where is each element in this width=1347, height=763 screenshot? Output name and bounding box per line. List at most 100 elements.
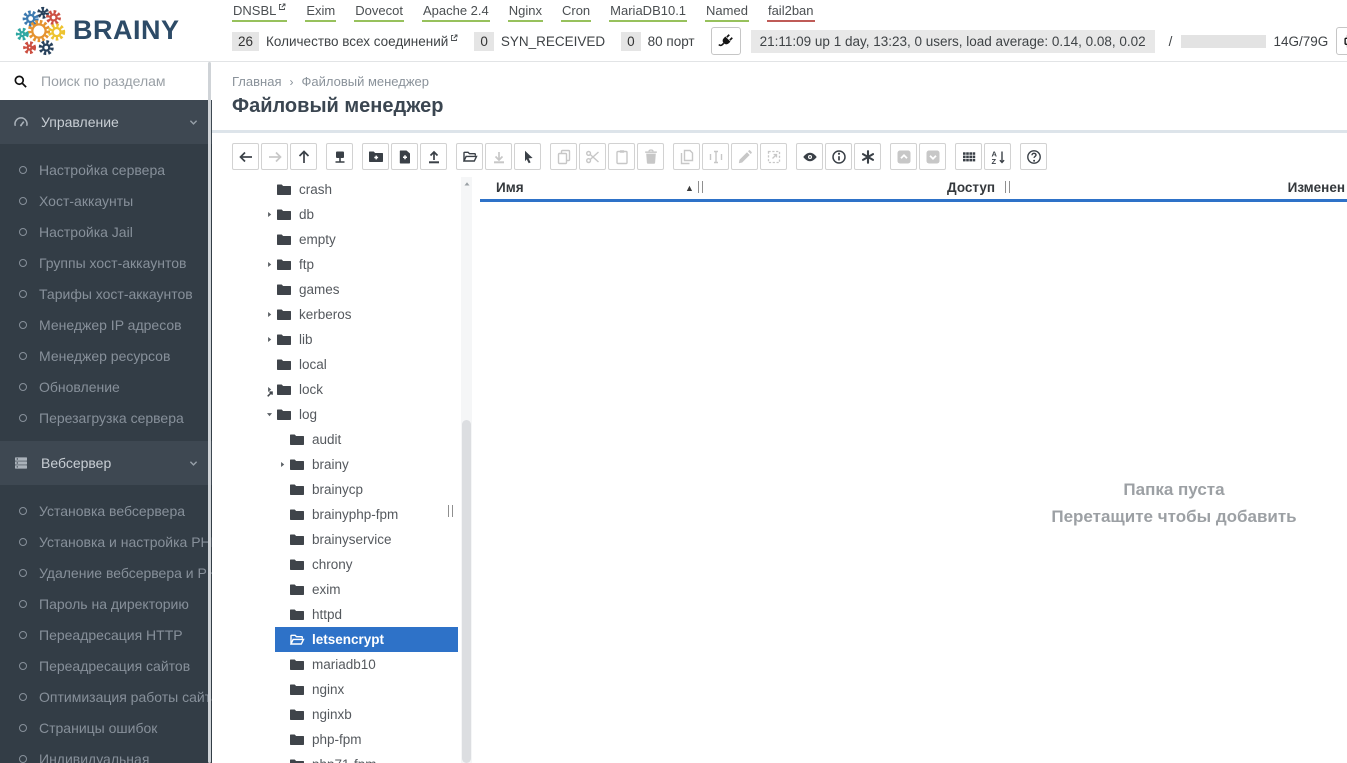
service-link-dnsbl[interactable]: DNSBL bbox=[232, 2, 288, 22]
root-directory-button[interactable] bbox=[326, 143, 353, 170]
tree-item-php-fpm[interactable]: php-fpm bbox=[212, 727, 458, 752]
edit-button[interactable] bbox=[731, 143, 758, 170]
rename-button[interactable] bbox=[702, 143, 729, 170]
tree-item-brainyservice[interactable]: brainyservice bbox=[212, 527, 458, 552]
tree-item-mariadb10[interactable]: mariadb10 bbox=[212, 652, 458, 677]
tree-scrollbar[interactable] bbox=[461, 177, 472, 763]
tree-item-lock[interactable]: lock bbox=[212, 377, 458, 402]
back-button[interactable] bbox=[232, 143, 259, 170]
service-link-apache-2-4[interactable]: Apache 2.4 bbox=[421, 2, 490, 22]
copy-button[interactable] bbox=[550, 143, 577, 170]
sidebar-item-оптимизация-работы-сайта[interactable]: Оптимизация работы сайта bbox=[0, 681, 212, 712]
service-link-nginx[interactable]: Nginx bbox=[507, 2, 543, 22]
stat-количество-всех-соединений[interactable]: 26 Количество всех соединений bbox=[232, 31, 458, 51]
extract-to-button[interactable] bbox=[760, 143, 787, 170]
sidebar-item-переадресация-сайтов[interactable]: Переадресация сайтов bbox=[0, 650, 212, 681]
archive-compress-button[interactable] bbox=[890, 143, 917, 170]
duplicate-button[interactable] bbox=[673, 143, 700, 170]
tree-item-log[interactable]: log bbox=[212, 402, 458, 427]
tree-item-row[interactable]: crash bbox=[262, 177, 458, 202]
tree-item-brainy[interactable]: brainy bbox=[212, 452, 458, 477]
sidebar-section-управление[interactable]: Управление bbox=[0, 100, 212, 144]
sidebar-item-менеджер-ресурсов[interactable]: Менеджер ресурсов bbox=[0, 340, 212, 371]
tree-item-ftp[interactable]: ftp bbox=[212, 252, 458, 277]
tree-item-row[interactable]: nginx bbox=[275, 677, 458, 702]
tree-item-brainyphp-fpm[interactable]: brainyphp-fpm bbox=[212, 502, 458, 527]
sidebar-item-менеджер-ip-адресов[interactable]: Менеджер IP адресов bbox=[0, 309, 212, 340]
logo[interactable]: BRAINY bbox=[0, 0, 212, 61]
help-button[interactable] bbox=[1020, 143, 1047, 170]
tree-item-row[interactable]: log bbox=[262, 402, 458, 427]
tree-item-exim[interactable]: exim bbox=[212, 577, 458, 602]
up-directory-button[interactable] bbox=[290, 143, 317, 170]
tree-item-row[interactable]: letsencrypt bbox=[275, 627, 458, 652]
tree-item-row[interactable]: brainyphp-fpm bbox=[275, 502, 458, 527]
tree-item-row[interactable]: mariadb10 bbox=[275, 652, 458, 677]
tree-item-brainycp[interactable]: brainycp bbox=[212, 477, 458, 502]
expand-caret-icon[interactable] bbox=[262, 210, 276, 219]
view-grid-button[interactable] bbox=[955, 143, 982, 170]
tree-item-row[interactable]: kerberos bbox=[262, 302, 458, 327]
expand-caret-icon[interactable] bbox=[262, 335, 276, 344]
tree-item-row[interactable]: local bbox=[262, 352, 458, 377]
expand-caret-icon[interactable] bbox=[275, 460, 289, 469]
sidebar-item-группы-хост-аккаунтов[interactable]: Группы хост-аккаунтов bbox=[0, 247, 212, 278]
tree-item-nginxb[interactable]: nginxb bbox=[212, 702, 458, 727]
preview-button[interactable] bbox=[796, 143, 823, 170]
tree-item-php71-fpm[interactable]: php71-fpm bbox=[212, 752, 458, 763]
tree-item-row[interactable]: lib bbox=[262, 327, 458, 352]
cut-button[interactable] bbox=[579, 143, 606, 170]
column-header-name[interactable]: Имя bbox=[496, 180, 524, 195]
tree-item-row[interactable]: php71-fpm bbox=[275, 752, 458, 763]
upload-button[interactable] bbox=[420, 143, 447, 170]
tree-item-chrony[interactable]: chrony bbox=[212, 552, 458, 577]
breadcrumb-home-link[interactable]: Главная bbox=[232, 74, 281, 89]
tree-item-row[interactable]: chrony bbox=[275, 552, 458, 577]
download-button[interactable] bbox=[485, 143, 512, 170]
properties-button[interactable] bbox=[825, 143, 852, 170]
select-mode-button[interactable] bbox=[514, 143, 541, 170]
permissions-button[interactable] bbox=[854, 143, 881, 170]
tree-item-row[interactable]: httpd bbox=[275, 602, 458, 627]
tree-item-row[interactable]: brainyservice bbox=[275, 527, 458, 552]
sidebar-item-хост-аккаунты[interactable]: Хост-аккаунты bbox=[0, 185, 212, 216]
column-resize-handle-access[interactable] bbox=[1005, 181, 1010, 193]
expand-caret-icon[interactable] bbox=[262, 260, 276, 269]
sidebar-item-обновление[interactable]: Обновление bbox=[0, 371, 212, 402]
tree-item-crash[interactable]: crash bbox=[212, 177, 458, 202]
service-link-exim[interactable]: Exim bbox=[305, 2, 337, 22]
scrollbar-up-icon[interactable] bbox=[463, 180, 471, 188]
sidebar-item-индивидуальная[interactable]: Индивидуальная bbox=[0, 743, 212, 763]
tree-item-games[interactable]: games bbox=[212, 277, 458, 302]
service-link-mariadb10-1[interactable]: MariaDB10.1 bbox=[609, 2, 688, 22]
tree-item-httpd[interactable]: httpd bbox=[212, 602, 458, 627]
tree-item-lib[interactable]: lib bbox=[212, 327, 458, 352]
tree-item-kerberos[interactable]: kerberos bbox=[212, 302, 458, 327]
connections-plug-button[interactable] bbox=[710, 27, 741, 55]
column-header-access[interactable]: Доступ bbox=[900, 180, 995, 195]
forward-button[interactable] bbox=[261, 143, 288, 170]
tree-item-nginx[interactable]: nginx bbox=[212, 677, 458, 702]
tree-item-row[interactable]: games bbox=[262, 277, 458, 302]
disk-printer-button[interactable] bbox=[1336, 27, 1347, 55]
new-file-button[interactable] bbox=[391, 143, 418, 170]
sort-order-button[interactable]: AZ bbox=[984, 143, 1011, 170]
paste-button[interactable] bbox=[608, 143, 635, 170]
service-link-dovecot[interactable]: Dovecot bbox=[354, 2, 404, 22]
tree-item-row[interactable]: brainy bbox=[275, 452, 458, 477]
sidebar-item-установка-вебсервера[interactable]: Установка вебсервера bbox=[0, 495, 212, 526]
expand-caret-icon[interactable] bbox=[262, 310, 276, 319]
tree-item-row[interactable]: brainycp bbox=[275, 477, 458, 502]
tree-scrollbar-thumb[interactable] bbox=[462, 420, 471, 763]
sidebar-scrollbar[interactable] bbox=[208, 62, 211, 763]
tree-item-local[interactable]: local bbox=[212, 352, 458, 377]
sidebar-item-настройка-jail[interactable]: Настройка Jail bbox=[0, 216, 212, 247]
panel-resize-handle[interactable] bbox=[448, 505, 453, 517]
sidebar-item-настройка-сервера[interactable]: Настройка сервера bbox=[0, 154, 212, 185]
tree-item-row[interactable]: nginxb bbox=[275, 702, 458, 727]
tree-item-row[interactable]: lock bbox=[262, 377, 458, 402]
sidebar-item-тарифы-хост-аккаунтов[interactable]: Тарифы хост-аккаунтов bbox=[0, 278, 212, 309]
service-link-fail2ban[interactable]: fail2ban bbox=[766, 2, 815, 22]
tree-item-row[interactable]: exim bbox=[275, 577, 458, 602]
tree-item-db[interactable]: db bbox=[212, 202, 458, 227]
